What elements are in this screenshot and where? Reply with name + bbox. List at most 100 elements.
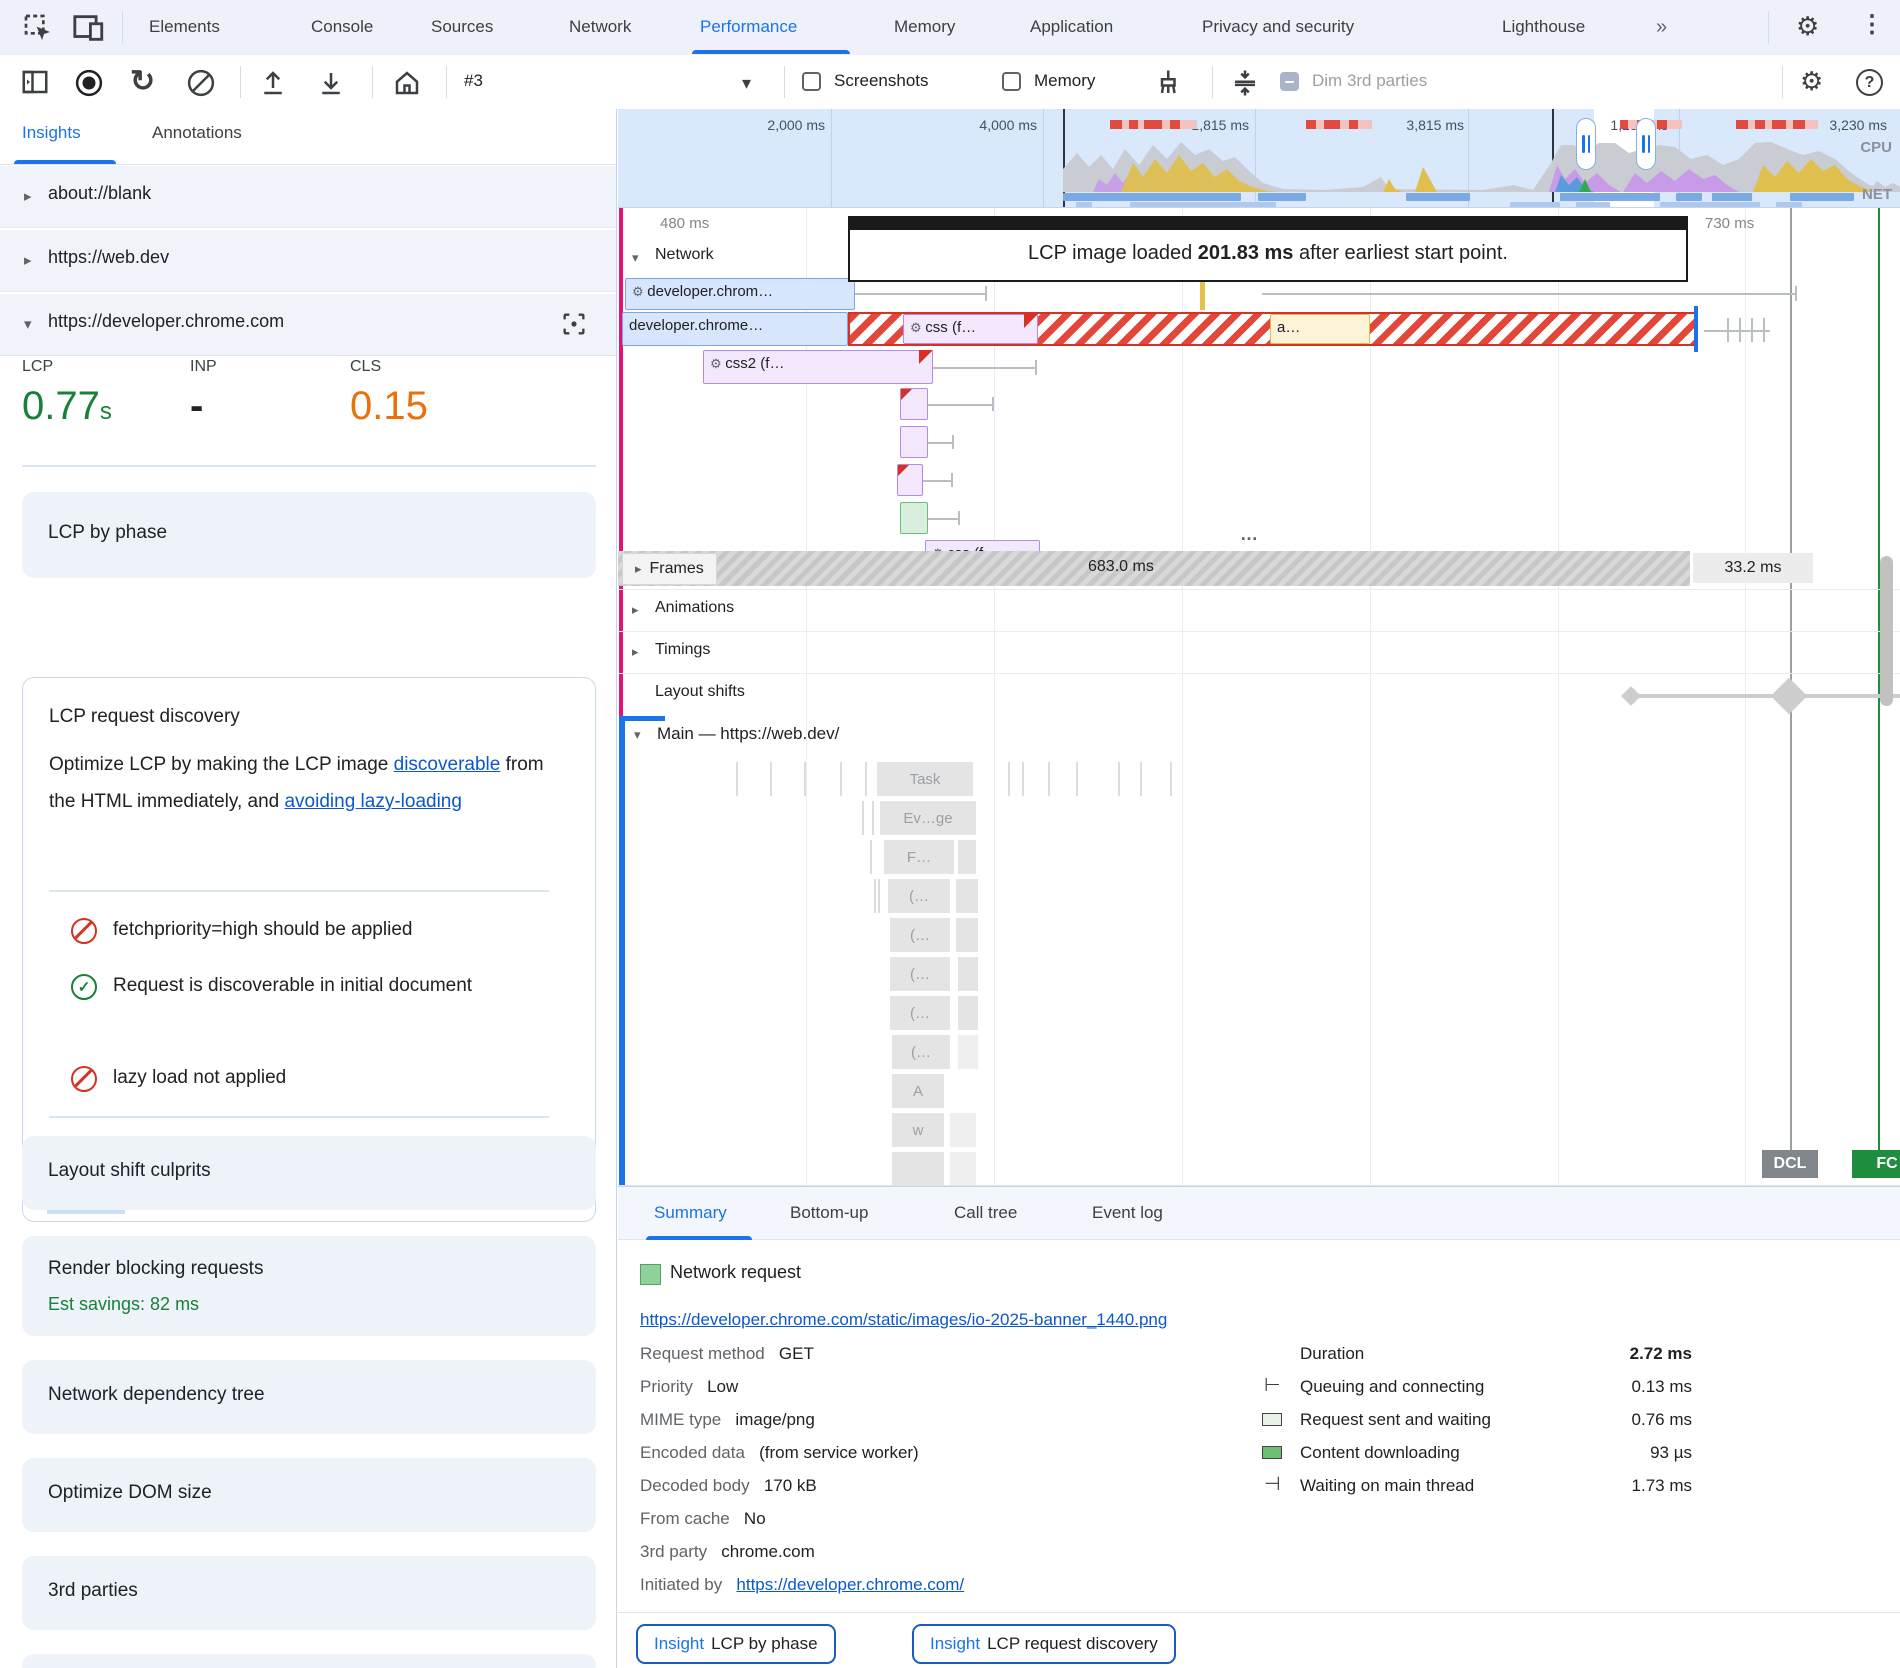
flame-event[interactable] [958,840,976,874]
tab-elements[interactable]: Elements [149,0,220,54]
tab-insights[interactable]: Insights [22,123,81,143]
insight-chip-lcp-request-discovery[interactable]: InsightLCP request discovery [912,1624,1176,1664]
flame-event[interactable]: (… [890,918,950,952]
tab-bottom-up[interactable]: Bottom-up [790,1203,868,1223]
garbage-collect-icon[interactable] [1152,68,1182,98]
fc-marker-chip[interactable]: FC [1852,1150,1900,1178]
chevron-down-icon[interactable]: ▾ [632,250,639,266]
flame-event[interactable] [958,996,978,1030]
dim-3rd-parties-checkbox[interactable] [1280,72,1299,91]
chevron-right-icon[interactable]: ▸ [24,251,32,269]
more-tabs-icon[interactable]: » [1656,0,1667,54]
flame-event[interactable] [956,918,978,952]
tab-application[interactable]: Application [1030,0,1113,54]
flame-event[interactable]: (… [890,996,950,1030]
tab-sources[interactable]: Sources [431,0,493,54]
insight-card-3rd-parties[interactable]: 3rd parties [22,1556,596,1630]
dcl-marker-chip[interactable]: DCL [1762,1150,1818,1178]
animations-track[interactable]: ▸ Animations [618,590,1900,632]
history-selector[interactable]: #3 [464,71,483,91]
capture-settings-gear-icon[interactable]: ⚙ [1800,66,1823,97]
flame-event[interactable] [958,957,978,991]
screenshots-checkbox[interactable] [802,72,821,91]
flame-event[interactable] [950,1113,976,1147]
chevron-down-icon[interactable]: ▾ [634,727,641,743]
inspect-element-icon[interactable] [22,12,54,44]
chevron-right-icon[interactable]: ▸ [632,602,639,618]
timings-track[interactable]: ▸ Timings [618,632,1900,674]
chevron-right-icon[interactable]: ▸ [632,644,639,660]
history-dropdown-icon[interactable]: ▾ [742,73,751,94]
upload-profile-icon[interactable] [258,68,288,98]
tab-console[interactable]: Console [311,0,373,54]
insight-card-partial[interactable] [22,1654,596,1668]
network-request-bar[interactable]: ⚙ developer.chrom… [625,278,855,310]
flame-event[interactable] [956,879,978,913]
home-icon[interactable] [392,68,422,98]
flame-event[interactable]: w [892,1113,944,1147]
layout-shift-diamond-large[interactable] [1771,678,1808,715]
insight-chip-lcp-by-phase[interactable]: InsightLCP by phase [636,1624,836,1664]
frames-header-chip[interactable]: ▸ Frames [622,553,717,585]
flame-event[interactable] [950,1152,976,1186]
frames-track[interactable]: ▸ Frames 683.0 ms 33.2 ms [618,548,1900,590]
avoid-lazy-loading-link[interactable]: avoiding lazy-loading [284,791,461,812]
insight-card-lcp-by-phase[interactable]: LCP by phase [22,492,596,578]
flame-event[interactable]: F… [884,840,954,874]
flame-event[interactable] [892,1152,944,1186]
insight-card-render-blocking[interactable]: Render blocking requests Est savings: 82… [22,1236,596,1336]
flame-event[interactable]: A [892,1074,944,1108]
network-track-label[interactable]: Network [655,246,714,264]
flame-chart[interactable]: 480 ms 730 ms ▾ Network ⚙ developer.chro… [618,208,1900,1186]
help-icon[interactable]: ? [1856,69,1883,96]
vertical-scrollbar[interactable] [1880,556,1893,706]
tab-memory[interactable]: Memory [894,0,955,54]
layout-shift-diamond[interactable] [1621,686,1641,706]
font-request-bar[interactable]: a… [1270,314,1370,344]
discoverable-link[interactable]: discoverable [394,754,501,775]
flame-event[interactable]: Ev…ge [880,801,976,835]
tab-privacy-security[interactable]: Privacy and security [1202,0,1354,54]
selection-handle-right[interactable] [1636,118,1656,170]
insight-card-optimize-dom-size[interactable]: Optimize DOM size [22,1458,596,1532]
flame-event[interactable] [958,1035,978,1069]
insight-card-network-dependency-tree[interactable]: Network dependency tree [22,1360,596,1434]
flame-event[interactable]: (… [890,957,950,991]
nav-item-about-blank[interactable]: ▸ about://blank [0,166,616,228]
device-toolbar-icon[interactable] [72,13,106,43]
initiator-link[interactable]: https://developer.chrome.com/ [736,1575,964,1594]
small-request-bar[interactable] [900,426,928,458]
tab-performance[interactable]: Performance [700,0,797,54]
layout-shifts-track[interactable]: Layout shifts [618,674,1900,716]
dock-panel-icon[interactable] [20,68,50,96]
reload-record-icon[interactable]: ↻ [130,64,155,99]
tab-lighthouse[interactable]: Lighthouse [1502,0,1585,54]
tab-network[interactable]: Network [569,0,631,54]
record-button-icon[interactable] [74,68,104,98]
network-request-bar-lcp[interactable]: developer.chrome… [622,312,848,346]
nav-item-developer-chrome[interactable]: ▾ https://developer.chrome.com [0,294,616,356]
nav-item-web-dev[interactable]: ▸ https://web.dev [0,230,616,292]
selection-handle-left[interactable] [1576,118,1596,170]
chevron-right-icon[interactable]: ▸ [24,187,32,205]
settings-gear-icon[interactable]: ⚙ [1796,11,1819,42]
download-profile-icon[interactable] [316,68,346,98]
tab-summary[interactable]: Summary [654,1203,727,1223]
css2-request-bar[interactable]: ⚙ css2 (f… [703,350,933,384]
chevron-down-icon[interactable]: ▾ [24,315,32,333]
collapse-tracks-icon[interactable] [1230,68,1260,98]
tab-call-tree[interactable]: Call tree [954,1203,1017,1223]
field-trace-crosshair-icon[interactable] [560,310,588,338]
kebab-menu-icon[interactable]: ⋮ [1860,10,1884,39]
css-request-bar[interactable]: ⚙ css (f… [903,314,1038,344]
insight-card-layout-shift-culprits[interactable]: Layout shift culprits [22,1136,596,1210]
tab-annotations[interactable]: Annotations [152,123,242,143]
timeline-overview[interactable]: 2,000 ms 4,000 ms 1,815 ms 3,815 ms 1,23… [618,109,1900,208]
resize-handle-icon[interactable]: … [1240,524,1260,545]
memory-checkbox[interactable] [1002,72,1021,91]
main-track-label[interactable]: Main — https://web.dev/ [657,724,839,744]
chevron-right-icon[interactable]: ▸ [635,561,642,577]
tab-event-log[interactable]: Event log [1092,1203,1163,1223]
flame-event[interactable]: (… [888,879,950,913]
small-request-bar-green[interactable] [900,502,928,534]
